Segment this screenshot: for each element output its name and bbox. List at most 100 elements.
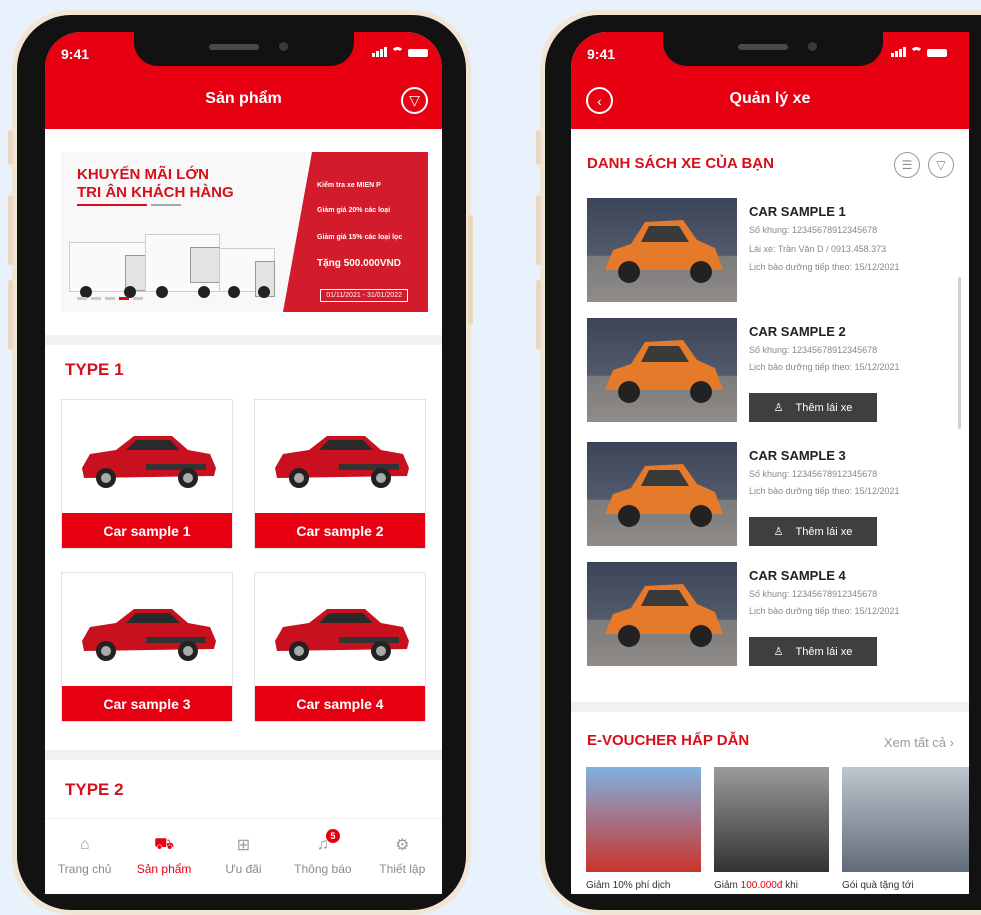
add-driver-button[interactable]: ♙ Thêm lái xe [749,393,877,422]
car-image [62,573,232,688]
see-all-link[interactable]: Xem tất cả › [884,735,954,750]
tab-offers[interactable]: ⊞ Ưu đãi [208,835,278,894]
section-title-type2: TYPE 2 [65,780,124,799]
car-image [255,400,425,515]
vehicle-photo [587,442,737,546]
page-title: Sản phẩm [205,90,282,107]
vehicle-chassis: Số khung: 12345678912345678 [749,589,878,599]
person-icon: ♙ [773,526,784,538]
product-card[interactable]: Car sample 2 [254,399,426,549]
add-driver-label: Thêm lái xe [795,401,853,414]
vehicle-next-service: Lịch bảo dưỡng tiếp theo: 15/12/2021 [749,606,900,616]
tab-products[interactable]: ⛟ Sản phẩm [129,835,199,894]
truck-image [69,242,147,298]
truck-image [145,234,220,298]
voucher-caption-amount: 100.000đ [740,880,783,891]
phone-side-button [8,195,13,265]
product-card-label: Car sample 2 [255,513,425,548]
voucher-section-title: E-VOUCHER HẤP DẪN [587,732,750,749]
chevron-right-icon: › [949,735,954,750]
banner-divider [151,204,181,206]
section-separator [45,750,442,760]
banner-promo-line: Kiểm tra xe MIEN P [317,182,381,189]
voucher-card[interactable] [586,767,701,872]
person-icon: ♙ [773,646,784,658]
add-driver-button[interactable]: ♙ Thêm lái xe [749,637,877,666]
vehicle-photo [587,562,737,666]
voucher-card[interactable] [714,767,829,872]
tab-label: Trang chủ [57,862,112,876]
banner-divider [77,204,147,206]
product-card-label: Car sample 1 [62,513,232,548]
signal-icon [372,47,387,57]
product-card[interactable]: Car sample 1 [61,399,233,549]
notification-badge: 5 [325,829,340,843]
vehicle-next-service: Lịch bảo dưỡng tiếp theo: 15/12/2021 [749,262,900,272]
add-driver-button[interactable]: ♙ Thêm lái xe [749,517,877,546]
wifi-icon [391,47,404,57]
filter-icon: ▽ [409,92,420,108]
phone-side-button [8,280,13,350]
section-title-type1: TYPE 1 [65,360,124,379]
status-time: 9:41 [61,46,90,62]
phone-side-button [536,130,541,165]
status-icons [372,47,428,57]
car-image [255,573,425,688]
phone-side-button [536,280,541,350]
gear-icon: ⚙ [395,837,410,854]
vehicle-photo [587,318,737,422]
header-bar: ‹ Quản lý xe [571,72,969,129]
banner-promo-line: Tặng 500.000VND [317,258,401,269]
products-screen: 9:41 Sản phẩm ▽ KHUYẾN MÃI LỚN TRI ÂN KH… [45,32,442,894]
product-card[interactable]: Car sample 3 [61,572,233,722]
tab-home[interactable]: ⌂ Trang chủ [50,835,120,894]
vehicle-name: CAR SAMPLE 4 [749,568,846,583]
product-card-label: Car sample 3 [62,686,232,721]
vehicle-item[interactable]: CAR SAMPLE 1 Số khung: 12345678912345678… [587,198,927,302]
vehicle-chassis: Số khung: 12345678912345678 [749,345,878,355]
voucher-card[interactable] [842,767,969,872]
vehicle-item[interactable]: CAR SAMPLE 3 Số khung: 12345678912345678… [587,442,927,546]
truck-icon: ⛟ [154,836,175,853]
vehicle-photo [587,198,737,302]
filter-button[interactable]: ▽ [928,152,954,178]
phone-side-button [468,215,473,325]
promo-banner[interactable]: KHUYẾN MÃI LỚN TRI ÂN KHÁCH HÀNG Kiểm tr… [61,152,428,312]
carousel-dots[interactable] [77,297,143,300]
notch [134,32,354,66]
filter-button[interactable]: ▽ [401,87,428,114]
section-separator [571,702,969,712]
vehicle-driver: Lái xe: Trần Văn D / 0913.458.373 [749,244,887,254]
battery-icon [927,49,947,57]
vehicle-item[interactable]: CAR SAMPLE 4 Số khung: 12345678912345678… [587,562,927,666]
product-card[interactable]: Car sample 4 [254,572,426,722]
person-icon: ♙ [773,402,784,414]
vehicle-next-service: Lịch bảo dưỡng tiếp theo: 15/12/2021 [749,362,900,372]
status-time: 9:41 [587,46,616,62]
truck-image [219,248,275,298]
sort-button[interactable]: ☰ [894,152,920,178]
filter-icon: ▽ [936,158,946,172]
add-driver-label: Thêm lái xe [795,525,853,538]
voucher-caption: Gói quà tặng tới [842,880,914,891]
add-driver-label: Thêm lái xe [795,645,853,658]
vehicle-name: CAR SAMPLE 1 [749,204,846,219]
banner-headline-2: TRI ÂN KHÁCH HÀNG [77,184,234,201]
gift-icon: ⊞ [236,837,251,854]
tab-notifications[interactable]: ♫ 5 Thông báo [288,829,358,894]
vehicle-item[interactable]: CAR SAMPLE 2 Số khung: 12345678912345678… [587,318,927,422]
voucher-caption-text: khi [782,880,798,891]
phone-side-button [536,195,541,265]
phone-side-button [8,130,13,165]
banner-period: 01/11/2021 - 31/01/2022 [320,289,408,302]
tab-label: Thiết lập [379,862,426,876]
voucher-caption: Giảm 10% phí dịch [586,880,671,891]
vehicle-management-screen: 9:41 ‹ Quản lý xe DANH SÁCH XE CỦA BẠN ☰… [571,32,969,894]
tab-label: Ưu đãi [225,862,262,876]
notch [663,32,883,66]
banner-promo-line: Giảm giá 15% các loại lọc [317,234,403,241]
scrollbar[interactable] [958,277,961,429]
tab-settings[interactable]: ⚙ Thiết lập [367,835,437,894]
status-icons [891,47,947,57]
vehicle-name: CAR SAMPLE 3 [749,448,846,463]
